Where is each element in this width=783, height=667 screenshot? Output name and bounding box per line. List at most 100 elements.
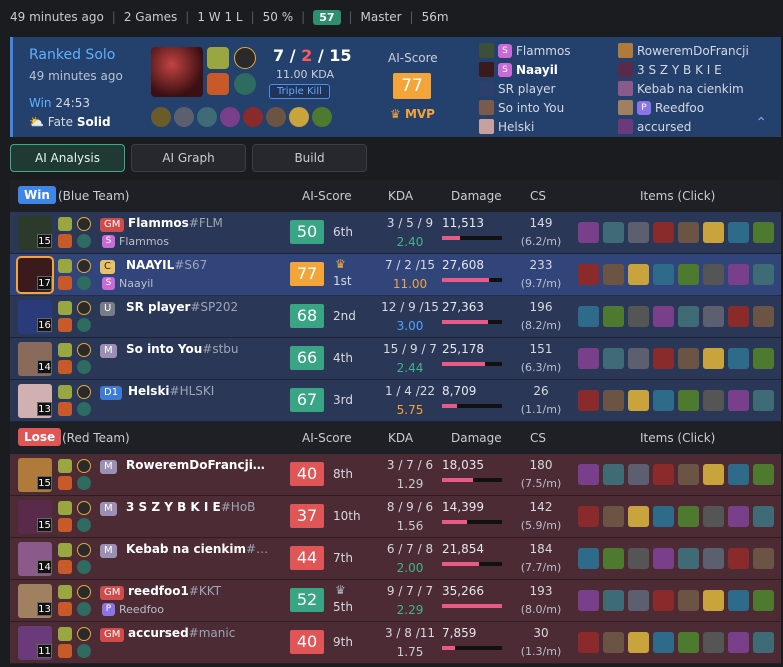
summoner-spell-icon[interactable] xyxy=(58,301,72,315)
item-icon[interactable] xyxy=(678,506,699,527)
keystone-rune-icon[interactable] xyxy=(77,585,91,599)
item-icon[interactable] xyxy=(703,390,724,411)
secondary-rune-icon[interactable] xyxy=(77,560,91,574)
item-icon[interactable] xyxy=(628,590,649,611)
keystone-rune-icon[interactable] xyxy=(77,459,91,473)
secondary-rune-icon[interactable] xyxy=(77,234,91,248)
summoner-spell-icon[interactable] xyxy=(58,259,72,273)
item-icon[interactable] xyxy=(628,548,649,569)
keystone-rune-icon[interactable] xyxy=(77,259,91,273)
item-icon[interactable] xyxy=(753,590,774,611)
summoner-spell-icon[interactable] xyxy=(58,627,72,641)
item-icon[interactable] xyxy=(678,222,699,243)
item-icon[interactable] xyxy=(728,506,749,527)
secondary-rune-icon[interactable] xyxy=(77,476,91,490)
player-name-link[interactable]: 3 S Z Y B K I E#HoB xyxy=(126,500,255,514)
item-icon[interactable] xyxy=(603,548,624,569)
item-icon[interactable] xyxy=(578,264,599,285)
item-icon[interactable] xyxy=(578,464,599,485)
item-icon[interactable] xyxy=(220,107,240,127)
secondary-rune-icon[interactable] xyxy=(77,644,91,658)
item-icon[interactable] xyxy=(603,222,624,243)
item-icon[interactable] xyxy=(728,632,749,653)
item-icon[interactable] xyxy=(603,306,624,327)
player-name-link[interactable]: RoweremDoFrancji… xyxy=(126,458,265,472)
item-icon[interactable] xyxy=(678,348,699,369)
secondary-rune-icon[interactable] xyxy=(77,360,91,374)
item-icon[interactable] xyxy=(603,590,624,611)
item-icon[interactable] xyxy=(728,590,749,611)
match-summary-card[interactable]: Ranked Solo 49 minutes ago Win 24:53 ⛅ F… xyxy=(10,37,781,137)
item-icon[interactable] xyxy=(753,506,774,527)
player-name-link[interactable]: Helski#HLSKI xyxy=(128,384,214,398)
item-icon[interactable] xyxy=(653,506,674,527)
item-icon[interactable] xyxy=(653,590,674,611)
item-icon[interactable] xyxy=(653,306,674,327)
item-icon[interactable] xyxy=(753,348,774,369)
player-name-link[interactable]: So into You#stbu xyxy=(126,342,239,356)
item-icon[interactable] xyxy=(628,306,649,327)
table-row[interactable]: 14 M So into You#stbu 66 4th 15 / 9 / 7 … xyxy=(10,338,781,380)
keystone-rune-icon[interactable] xyxy=(234,47,256,69)
summoner-spell-icon[interactable] xyxy=(58,543,72,557)
item-icon[interactable] xyxy=(151,107,171,127)
item-icon[interactable] xyxy=(703,464,724,485)
item-icon[interactable] xyxy=(753,264,774,285)
item-icon[interactable] xyxy=(678,590,699,611)
player-name-link[interactable]: SR player#SP202 xyxy=(126,300,238,314)
chevron-up-icon[interactable]: ⌃ xyxy=(755,115,767,131)
item-icon[interactable] xyxy=(653,464,674,485)
item-icon[interactable] xyxy=(678,264,699,285)
secondary-rune-icon[interactable] xyxy=(77,318,91,332)
table-row[interactable]: 11 GM accursed#manic 40 9th 3 / 8 /11 1.… xyxy=(10,622,781,664)
item-icon[interactable] xyxy=(603,348,624,369)
summoner-spell-icon[interactable] xyxy=(58,585,72,599)
secondary-rune-icon[interactable] xyxy=(234,73,256,95)
table-row[interactable]: 13 GM reedfoo1#KKT P Reedfoo 52 ♛ 5th 9 /… xyxy=(10,580,781,622)
item-icon[interactable] xyxy=(653,264,674,285)
keystone-rune-icon[interactable] xyxy=(77,501,91,515)
summoner-spell-icon[interactable] xyxy=(58,602,72,616)
item-icon[interactable] xyxy=(703,590,724,611)
ward-icon[interactable] xyxy=(312,107,332,127)
item-icon[interactable] xyxy=(728,264,749,285)
keystone-rune-icon[interactable] xyxy=(77,543,91,557)
item-icon[interactable] xyxy=(753,306,774,327)
keystone-rune-icon[interactable] xyxy=(77,301,91,315)
item-icon[interactable] xyxy=(174,107,194,127)
player-link[interactable]: S Flammos xyxy=(479,41,571,60)
item-icon[interactable] xyxy=(578,506,599,527)
player-name-link[interactable]: Flammos#FLM xyxy=(128,216,223,230)
item-icon[interactable] xyxy=(703,632,724,653)
player-link[interactable]: accursed xyxy=(618,117,749,136)
item-icon[interactable] xyxy=(678,632,699,653)
table-row[interactable]: 15 M 3 S Z Y B K I E#HoB 37 10th 8 / 9 /… xyxy=(10,496,781,538)
item-icon[interactable] xyxy=(578,548,599,569)
item-icon[interactable] xyxy=(603,464,624,485)
item-icon[interactable] xyxy=(653,390,674,411)
secondary-rune-icon[interactable] xyxy=(77,518,91,532)
player-link[interactable]: Kebab na cienkim xyxy=(618,79,749,98)
keystone-rune-icon[interactable] xyxy=(77,343,91,357)
item-icon[interactable] xyxy=(653,348,674,369)
player-link[interactable]: 3 S Z Y B K I E xyxy=(618,60,749,79)
summoner-spell-icon[interactable] xyxy=(58,476,72,490)
tab-ai-graph[interactable]: AI Graph xyxy=(131,144,246,172)
item-icon[interactable] xyxy=(197,107,217,127)
table-row[interactable]: 14 M Kebab na cienkim#… 44 7th 6 / 7 / 8… xyxy=(10,538,781,580)
item-icon[interactable] xyxy=(703,548,724,569)
item-icon[interactable] xyxy=(578,632,599,653)
player-link[interactable]: Helski xyxy=(479,117,571,136)
item-icon[interactable] xyxy=(603,632,624,653)
summoner-spell-icon[interactable] xyxy=(58,644,72,658)
keystone-rune-icon[interactable] xyxy=(77,627,91,641)
table-row[interactable]: 13 D1 Helski#HLSKI 67 3rd 1 / 4 /22 5.75… xyxy=(10,380,781,422)
summoner-spell-icon[interactable] xyxy=(58,459,72,473)
item-icon[interactable] xyxy=(653,548,674,569)
tab-ai-analysis[interactable]: AI Analysis xyxy=(10,144,125,172)
item-icon[interactable] xyxy=(728,548,749,569)
item-icon[interactable] xyxy=(753,464,774,485)
table-row[interactable]: 15 GM Flammos#FLM S Flammos 50 6th 3 / 5 … xyxy=(10,212,781,254)
item-icon[interactable] xyxy=(703,348,724,369)
summoner-spell-icon[interactable] xyxy=(58,343,72,357)
